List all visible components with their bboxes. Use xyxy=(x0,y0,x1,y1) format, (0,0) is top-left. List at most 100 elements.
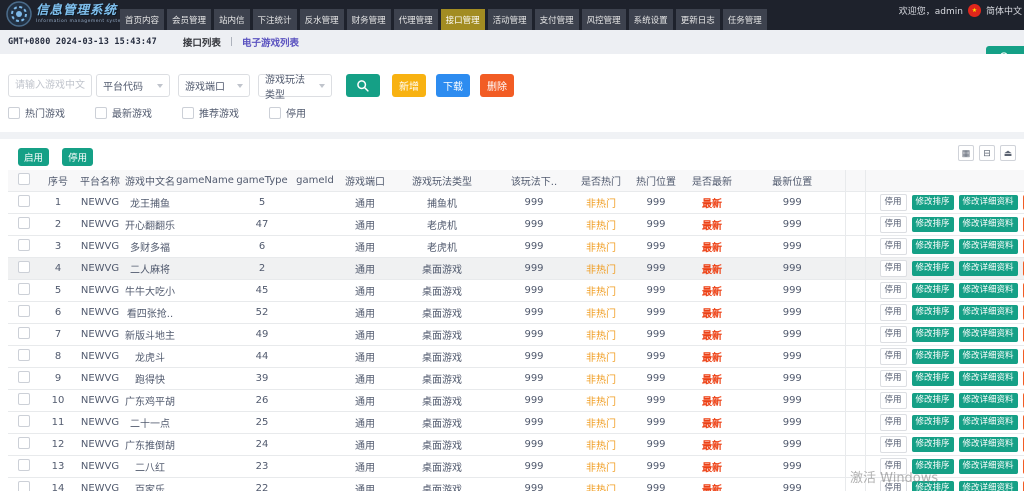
row-checkbox[interactable] xyxy=(18,459,30,471)
nav-item[interactable]: 活动管理 xyxy=(488,9,532,30)
select-all-checkbox[interactable] xyxy=(18,173,30,185)
export-icon-button[interactable]: ⏏ xyxy=(1000,145,1016,161)
game-name-input[interactable] xyxy=(8,74,92,97)
row-action-sort[interactable]: 修改排序 xyxy=(912,393,954,407)
row-action-sort[interactable]: 修改排序 xyxy=(912,217,954,231)
row-action-edit[interactable]: 修改详细资料 xyxy=(959,305,1018,319)
row-action-edit[interactable]: 修改详细资料 xyxy=(959,459,1018,473)
language-label[interactable]: 简体中文 xyxy=(986,4,1022,17)
search-button[interactable] xyxy=(346,74,380,97)
row-action-disable[interactable]: 停用 xyxy=(880,216,907,232)
row-action-disable[interactable]: 停用 xyxy=(880,458,907,474)
nav-item[interactable]: 支付管理 xyxy=(535,9,579,30)
nav-item[interactable]: 下注统计 xyxy=(253,9,297,30)
row-action-edit[interactable]: 修改详细资料 xyxy=(959,393,1018,407)
row-action-sort[interactable]: 修改排序 xyxy=(912,327,954,341)
row-action-sort[interactable]: 修改排序 xyxy=(912,481,954,491)
row-action-edit[interactable]: 修改详细资料 xyxy=(959,371,1018,385)
row-action-disable[interactable]: 停用 xyxy=(880,392,907,408)
row-action-edit[interactable]: 修改详细资料 xyxy=(959,349,1018,363)
row-action-edit[interactable]: 修改详细资料 xyxy=(959,415,1018,429)
row-checkbox[interactable] xyxy=(18,195,30,207)
columns-icon-button[interactable]: ▦ xyxy=(958,145,974,161)
row-action-sort[interactable]: 修改排序 xyxy=(912,371,954,385)
row-checkbox[interactable] xyxy=(18,239,30,251)
game-port-select[interactable]: 游戏端口 xyxy=(178,74,250,97)
filter-checkbox[interactable]: 停用 xyxy=(269,105,306,120)
row-action-sort[interactable]: 修改排序 xyxy=(912,459,954,473)
row-action-disable[interactable]: 停用 xyxy=(880,348,907,364)
row-action-sort[interactable]: 修改排序 xyxy=(912,305,954,319)
checkbox-icon[interactable] xyxy=(8,107,20,119)
row-action-edit[interactable]: 修改详细资料 xyxy=(959,195,1018,209)
row-checkbox[interactable] xyxy=(18,481,30,491)
play-type-select[interactable]: 游戏玩法类型 xyxy=(258,74,332,97)
cell-hot: 非热门 xyxy=(574,346,628,368)
filter-checkbox[interactable]: 推荐游戏 xyxy=(182,105,239,120)
row-action-disable[interactable]: 停用 xyxy=(880,282,907,298)
row-checkbox[interactable] xyxy=(18,437,30,449)
nav-item[interactable]: 系统设置 xyxy=(629,9,673,30)
row-checkbox[interactable] xyxy=(18,349,30,361)
nav-item[interactable]: 代理管理 xyxy=(394,9,438,30)
tab-electronic-game-list[interactable]: 电子游戏列表 xyxy=(242,35,299,49)
row-checkbox[interactable] xyxy=(18,393,30,405)
row-checkbox[interactable] xyxy=(18,217,30,229)
nav-item[interactable]: 财务管理 xyxy=(347,9,391,30)
row-action-disable[interactable]: 停用 xyxy=(880,370,907,386)
row-action-disable[interactable]: 停用 xyxy=(880,194,907,210)
table-row: 9NEWVG跑得快39通用桌面游戏999非热门999最新999停用修改排序修改详… xyxy=(8,368,1024,390)
cell-game_name xyxy=(176,214,234,236)
row-action-disable[interactable]: 停用 xyxy=(880,326,907,342)
platform-code-select[interactable]: 平台代码 xyxy=(96,74,170,97)
row-action-sort[interactable]: 修改排序 xyxy=(912,195,954,209)
row-checkbox[interactable] xyxy=(18,415,30,427)
disable-button[interactable]: 停用 xyxy=(62,148,93,166)
row-action-edit[interactable]: 修改详细资料 xyxy=(959,437,1018,451)
nav-item[interactable]: 会员管理 xyxy=(167,9,211,30)
nav-item[interactable]: 接口管理 xyxy=(441,9,485,30)
nav-item[interactable]: 风控管理 xyxy=(582,9,626,30)
row-action-disable[interactable]: 停用 xyxy=(880,238,907,254)
row-action-disable[interactable]: 停用 xyxy=(880,436,907,452)
row-checkbox[interactable] xyxy=(18,371,30,383)
row-action-disable[interactable]: 停用 xyxy=(880,260,907,276)
add-button[interactable]: 新增 xyxy=(392,74,426,97)
row-action-edit[interactable]: 修改详细资料 xyxy=(959,217,1018,231)
row-action-edit[interactable]: 修改详细资料 xyxy=(959,283,1018,297)
nav-item[interactable]: 首页内容 xyxy=(120,9,164,30)
row-action-edit[interactable]: 修改详细资料 xyxy=(959,261,1018,275)
row-action-disable[interactable]: 停用 xyxy=(880,414,907,430)
row-checkbox[interactable] xyxy=(18,261,30,273)
row-action-edit[interactable]: 修改详细资料 xyxy=(959,327,1018,341)
checkbox-icon[interactable] xyxy=(269,107,281,119)
row-checkbox[interactable] xyxy=(18,283,30,295)
row-checkbox[interactable] xyxy=(18,305,30,317)
row-checkbox[interactable] xyxy=(18,327,30,339)
filter-checkbox[interactable]: 最新游戏 xyxy=(95,105,152,120)
print-icon-button[interactable]: ⊟ xyxy=(979,145,995,161)
nav-item[interactable]: 更新日志 xyxy=(676,9,720,30)
tab-interface-list[interactable]: 接口列表 xyxy=(183,35,221,49)
download-button[interactable]: 下载 xyxy=(436,74,470,97)
row-action-sort[interactable]: 修改排序 xyxy=(912,261,954,275)
enable-button[interactable]: 启用 xyxy=(18,148,49,166)
row-action-edit[interactable]: 修改详细资料 xyxy=(959,481,1018,491)
cell-latest: 最新 xyxy=(684,456,740,478)
row-action-sort[interactable]: 修改排序 xyxy=(912,239,954,253)
checkbox-icon[interactable] xyxy=(95,107,107,119)
filter-checkbox[interactable]: 热门游戏 xyxy=(8,105,65,120)
nav-item[interactable]: 任务管理 xyxy=(723,9,767,30)
row-action-disable[interactable]: 停用 xyxy=(880,480,907,491)
delete-button[interactable]: 删除 xyxy=(480,74,514,97)
row-action-edit[interactable]: 修改详细资料 xyxy=(959,239,1018,253)
row-action-sort[interactable]: 修改排序 xyxy=(912,437,954,451)
row-action-sort[interactable]: 修改排序 xyxy=(912,283,954,297)
row-action-sort[interactable]: 修改排序 xyxy=(912,349,954,363)
cell-game_name xyxy=(176,258,234,280)
checkbox-icon[interactable] xyxy=(182,107,194,119)
nav-item[interactable]: 反水管理 xyxy=(300,9,344,30)
nav-item[interactable]: 站内信 xyxy=(214,9,250,30)
row-action-sort[interactable]: 修改排序 xyxy=(912,415,954,429)
row-action-disable[interactable]: 停用 xyxy=(880,304,907,320)
